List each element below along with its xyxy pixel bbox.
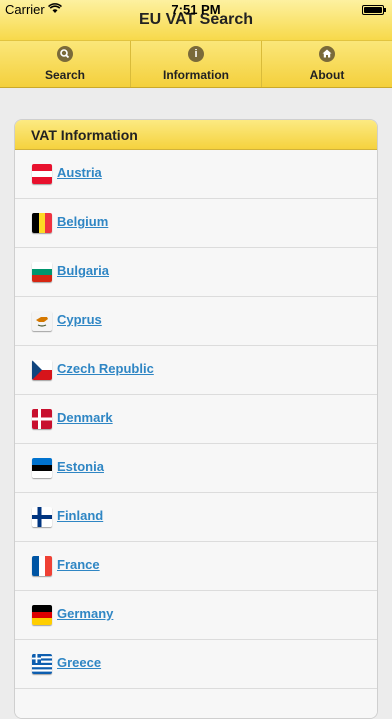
- vat-information-panel: VAT Information Austria Belgium Bulgaria…: [14, 119, 378, 719]
- belgium-flag-icon: [32, 213, 52, 233]
- denmark-flag-icon: [32, 409, 52, 429]
- finland-flag-icon: [32, 507, 52, 527]
- list-item-belgium[interactable]: Belgium: [15, 199, 377, 248]
- tab-search-label: Search: [44, 68, 86, 82]
- list-item-finland[interactable]: Finland: [15, 493, 377, 542]
- country-link[interactable]: Finland: [57, 508, 103, 523]
- czech-flag-icon: [32, 360, 52, 380]
- france-flag-icon: [32, 556, 52, 576]
- search-icon: [57, 46, 73, 62]
- tab-about[interactable]: About: [262, 41, 392, 87]
- list-item-estonia[interactable]: Estonia: [15, 444, 377, 493]
- country-link[interactable]: Germany: [57, 606, 113, 621]
- germany-flag-icon: [32, 605, 52, 625]
- tab-about-label: About: [309, 68, 345, 82]
- info-icon: i: [188, 46, 204, 62]
- country-link[interactable]: Cyprus: [57, 312, 102, 327]
- tab-bar: Search i Information About: [0, 40, 392, 88]
- list-item[interactable]: [15, 689, 377, 718]
- panel-title: VAT Information: [15, 120, 377, 150]
- list-item-germany[interactable]: Germany: [15, 591, 377, 640]
- battery-icon: [362, 5, 386, 15]
- country-link[interactable]: Belgium: [57, 214, 108, 229]
- list-item-austria[interactable]: Austria: [15, 150, 377, 199]
- country-link[interactable]: Estonia: [57, 459, 104, 474]
- country-link[interactable]: Austria: [57, 165, 102, 180]
- estonia-flag-icon: [32, 458, 52, 478]
- list-item-france[interactable]: France: [15, 542, 377, 591]
- clock: 7:51 PM: [171, 2, 221, 17]
- list-item-greece[interactable]: Greece: [15, 640, 377, 689]
- list-item-czech-republic[interactable]: Czech Republic: [15, 346, 377, 395]
- tab-search[interactable]: Search: [0, 41, 131, 87]
- austria-flag-icon: [32, 164, 52, 184]
- bulgaria-flag-icon: [32, 262, 52, 282]
- list-item-bulgaria[interactable]: Bulgaria: [15, 248, 377, 297]
- country-link[interactable]: Greece: [57, 655, 101, 670]
- status-bar: Carrier 7:51 PM: [0, 0, 392, 20]
- greece-flag-icon: [32, 654, 52, 674]
- country-link[interactable]: Czech Republic: [57, 361, 154, 376]
- cyprus-flag-icon: [32, 311, 52, 331]
- country-link[interactable]: Bulgaria: [57, 263, 109, 278]
- tab-information-label: Information: [163, 68, 229, 82]
- country-link[interactable]: Denmark: [57, 410, 113, 425]
- country-link[interactable]: France: [57, 557, 100, 572]
- home-icon: [319, 46, 335, 62]
- tab-information[interactable]: i Information: [131, 41, 262, 87]
- list-item-denmark[interactable]: Denmark: [15, 395, 377, 444]
- list-item-cyprus[interactable]: Cyprus: [15, 297, 377, 346]
